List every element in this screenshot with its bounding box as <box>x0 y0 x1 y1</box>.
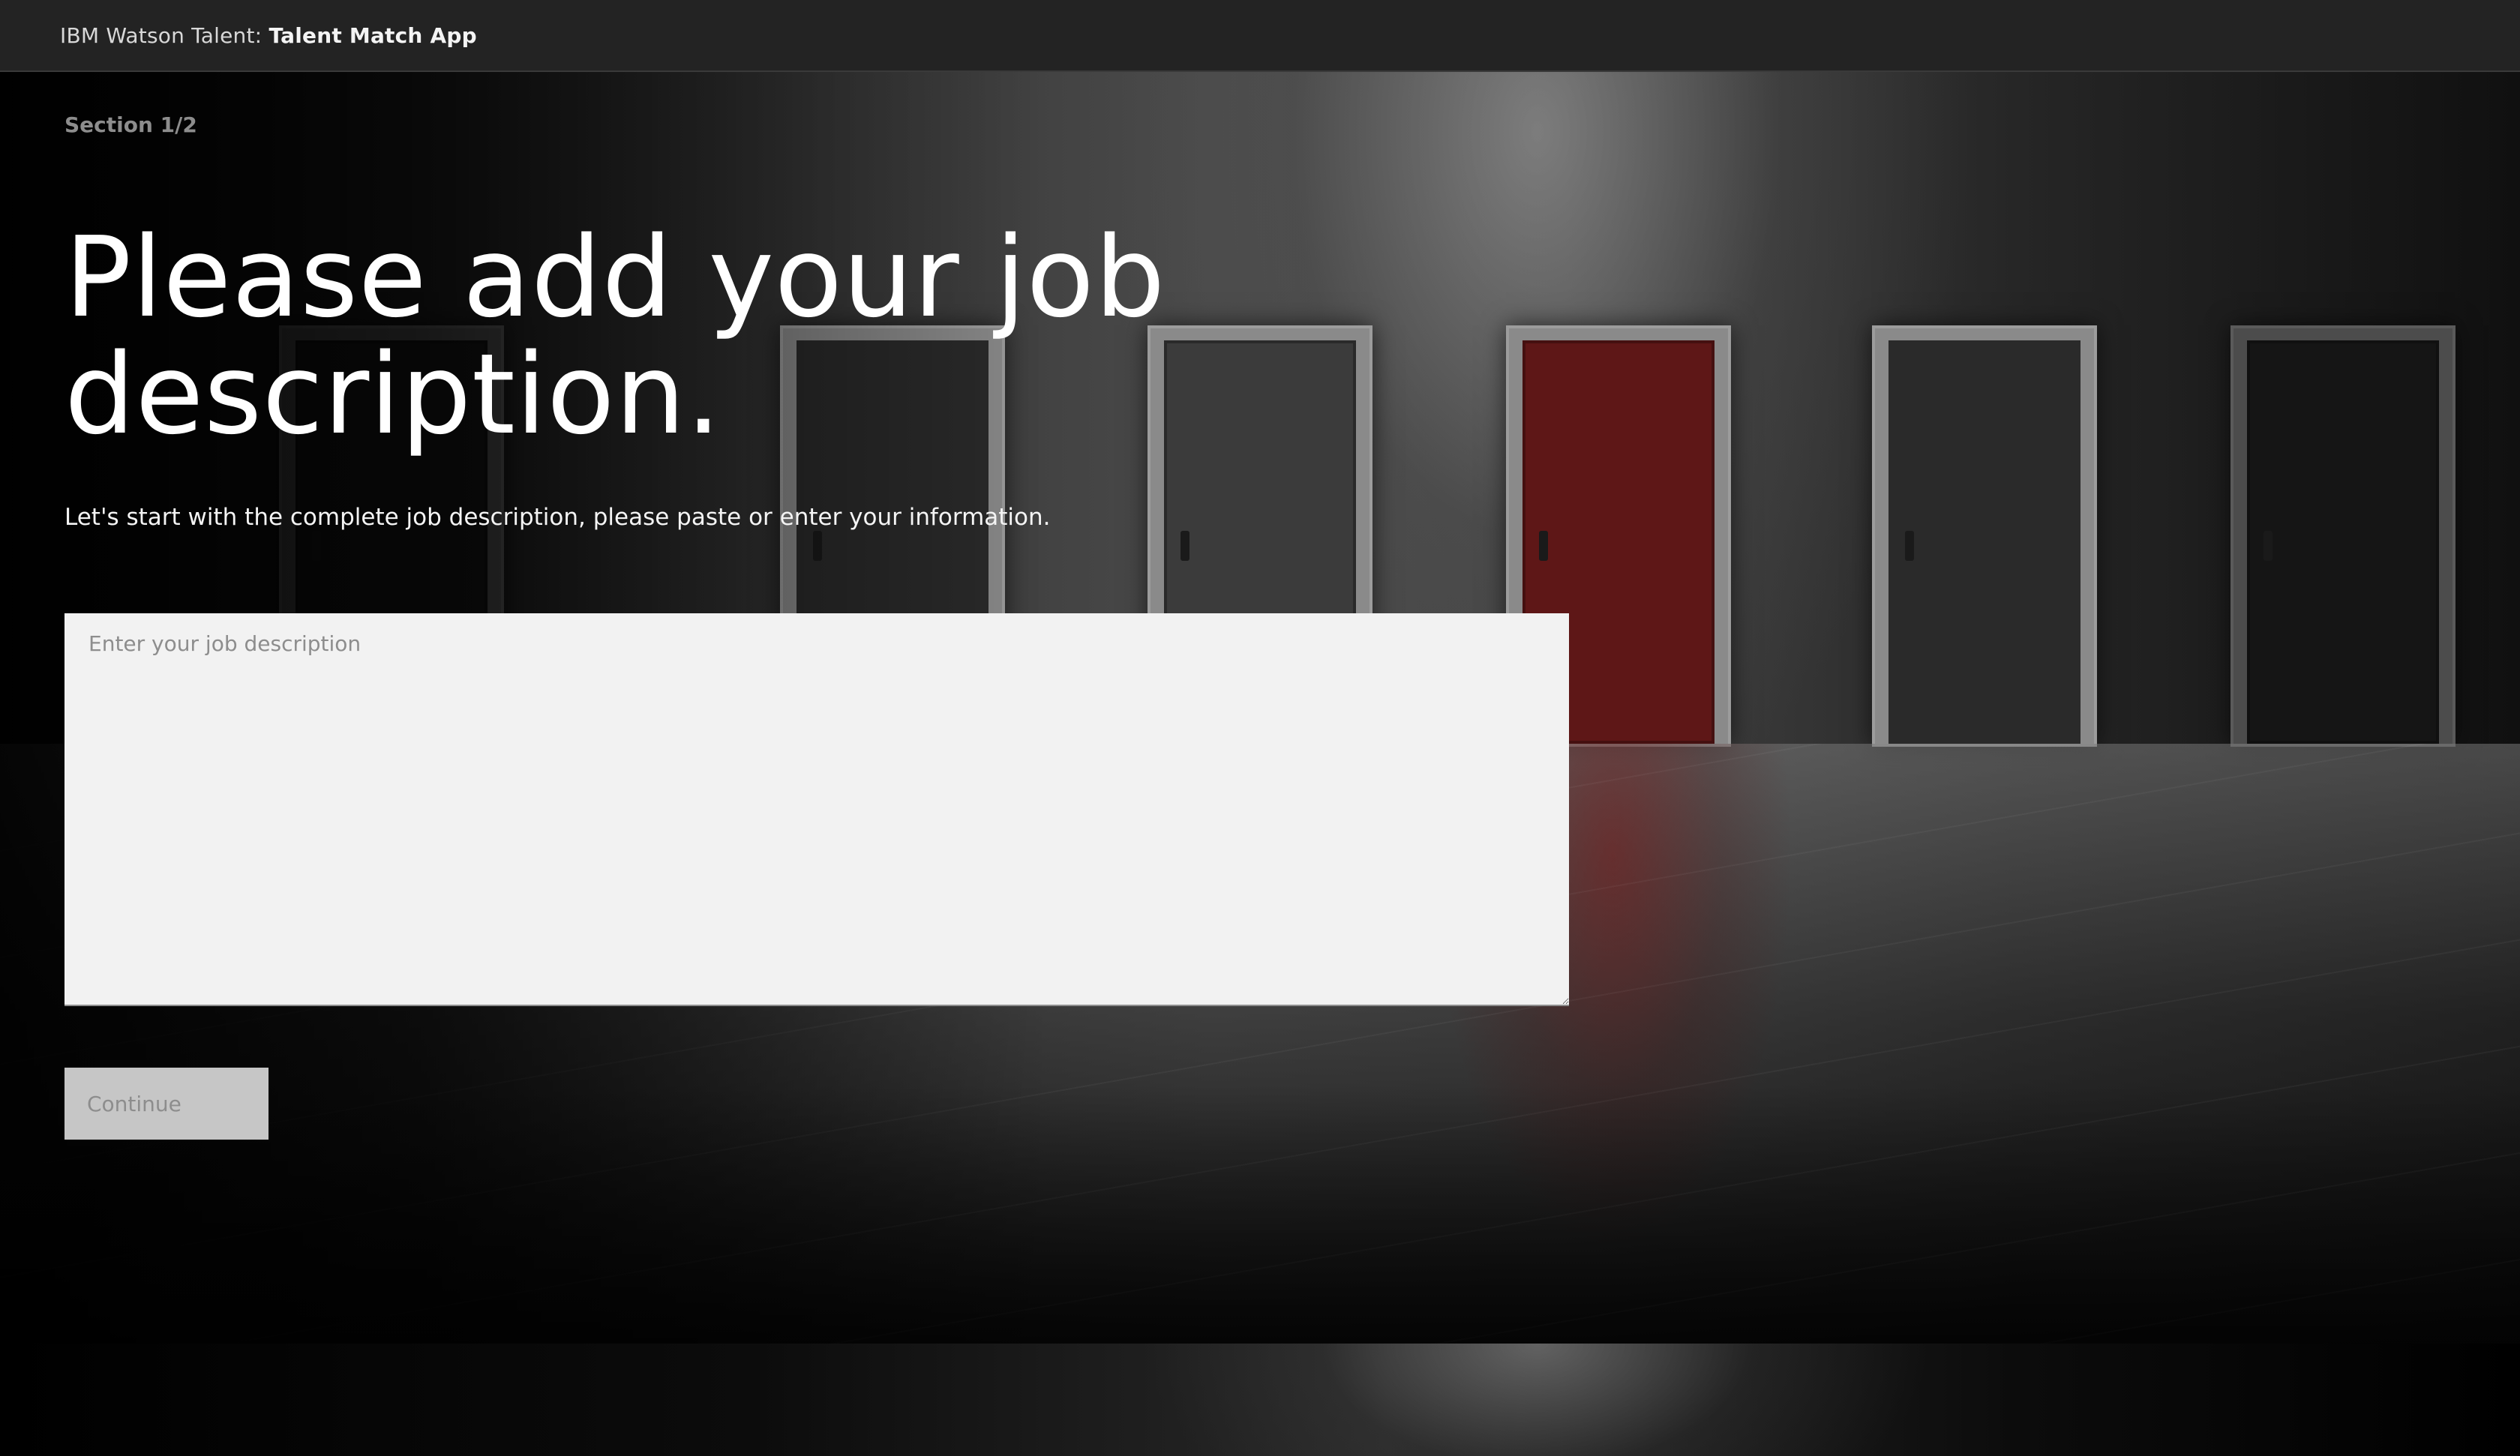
section-indicator: Section 1/2 <box>64 112 197 137</box>
top-header: IBM Watson Talent: Talent Match App <box>0 0 2520 72</box>
brand-title: IBM Watson Talent: Talent Match App <box>60 23 477 48</box>
footer-background <box>0 1344 2520 1456</box>
page-subtitle: Let's start with the complete job descri… <box>64 504 1051 531</box>
door-image <box>1872 325 2097 747</box>
continue-button[interactable]: Continue <box>64 1068 268 1140</box>
brand-prefix: IBM Watson Talent: <box>60 22 262 48</box>
job-description-textarea[interactable] <box>64 613 1569 1006</box>
page-title: Please add your job description. <box>64 213 1166 459</box>
app-name: Talent Match App <box>268 22 477 48</box>
door-image <box>2230 325 2456 747</box>
